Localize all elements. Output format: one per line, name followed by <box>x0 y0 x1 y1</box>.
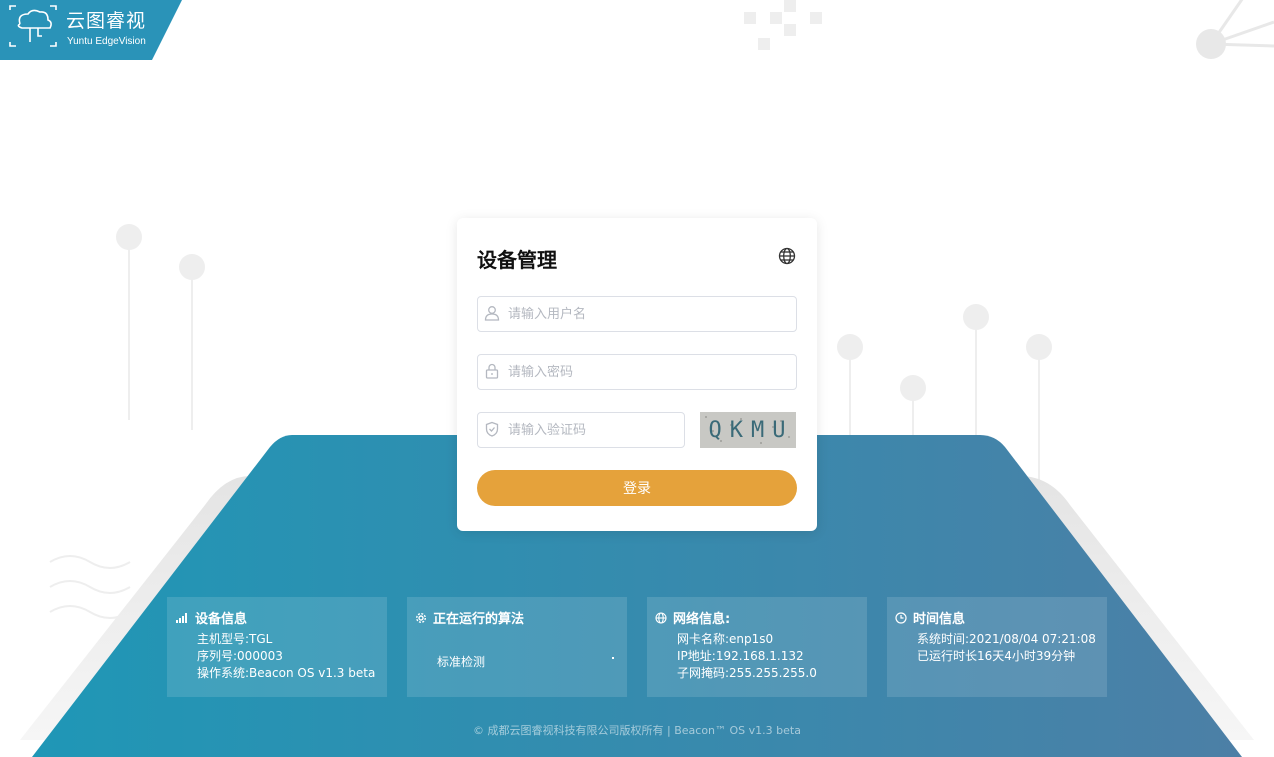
signal-icon <box>176 612 187 623</box>
username-input[interactable] <box>508 297 790 331</box>
captcha-field[interactable] <box>477 412 685 448</box>
algorithm-item[interactable]: 标准检测 <box>437 653 485 670</box>
password-field[interactable] <box>477 354 797 390</box>
device-info-panel: 设备信息 主机型号:TGL 序列号:000003 操作系统:Beacon OS … <box>167 597 387 697</box>
captcha-input[interactable] <box>508 413 678 447</box>
network-interface: 网卡名称:enp1s0 <box>677 632 774 646</box>
brand-logo: 云图睿视 Yuntu EdgeVision <box>0 0 182 60</box>
password-input[interactable] <box>508 355 790 389</box>
captcha-image[interactable]: QKMU <box>700 412 796 448</box>
algorithm-panel-title: 正在运行的算法 <box>433 612 525 627</box>
uptime: 已运行时长16天4小时39分钟 <box>917 649 1076 663</box>
brand-subtitle: Yuntu EdgeVision <box>67 36 146 47</box>
device-serial: 序列号:000003 <box>197 649 283 663</box>
network-netmask: 子网掩码:255.255.255.0 <box>677 666 817 680</box>
network-info-panel: 网络信息: 网卡名称:enp1s0 IP地址:192.168.1.132 子网掩… <box>647 597 867 697</box>
lock-icon <box>485 363 499 379</box>
globe-icon <box>655 611 667 624</box>
time-info-title: 时间信息 <box>913 612 966 627</box>
device-os: 操作系统:Beacon OS v1.3 beta <box>197 666 376 680</box>
globe-icon[interactable] <box>778 247 796 265</box>
login-button[interactable]: 登录 <box>477 470 797 506</box>
user-icon <box>484 306 500 321</box>
gear-icon <box>415 612 427 623</box>
network-ip: IP地址:192.168.1.132 <box>677 649 804 663</box>
username-field[interactable] <box>477 296 797 332</box>
clock-icon <box>895 611 907 624</box>
device-model: 主机型号:TGL <box>197 632 273 646</box>
algorithm-status-dot <box>612 657 614 659</box>
brand-name: 云图睿视 <box>66 10 147 32</box>
device-info-title: 设备信息 <box>195 612 248 627</box>
login-card: 设备管理 请输入用户名 请输入验证码 QKMU 登录 <box>457 218 817 531</box>
network-info-title: 网络信息: <box>673 612 731 627</box>
shield-icon <box>485 421 499 437</box>
time-info-panel: 时间信息 系统时间:2021/08/04 07:21:08 已运行时长16天4小… <box>887 597 1107 697</box>
copyright-footer: © 成都云图睿视科技有限公司版权所有 | Beacon™ OS v1.3 bet… <box>473 724 801 737</box>
system-time: 系统时间:2021/08/04 07:21:08 <box>917 632 1096 646</box>
captcha-text: QKMU <box>708 418 794 443</box>
login-title: 设备管理 <box>477 248 557 272</box>
algorithm-panel: 正在运行的算法 标准检测 <box>407 597 627 697</box>
